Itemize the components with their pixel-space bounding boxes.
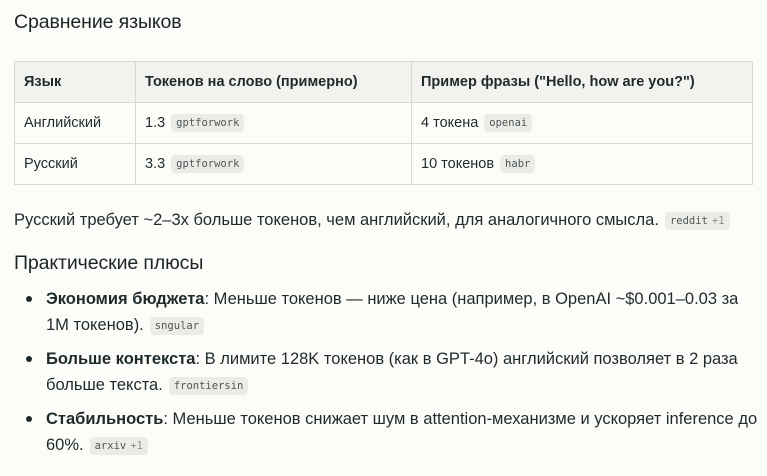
table-row: Английский 1.3 gptforwork 4 токена openai (14, 102, 753, 144)
example-value: 10 токенов (421, 156, 495, 172)
cell-tokens: 3.3 gptforwork (135, 143, 412, 185)
benefits-list: Экономия бюджета: Меньше токенов — ниже … (14, 286, 759, 466)
tokens-value: 3.3 (145, 156, 166, 172)
source-citation-chip[interactable]: frontiersin (168, 377, 249, 395)
list-item: Экономия бюджета: Меньше токенов — ниже … (14, 286, 759, 338)
benefit-term: Стабильность (46, 410, 164, 428)
summary-paragraph: Русский требует ~2–3x больше токенов, че… (14, 209, 730, 231)
column-header-language: Язык (14, 61, 136, 103)
source-citation-chip[interactable]: gptforwork (171, 155, 245, 173)
source-name: reddit (669, 215, 708, 227)
source-citation-chip[interactable]: gptforwork (171, 114, 245, 132)
tokens-value: 1.3 (145, 115, 166, 131)
source-citation-chip[interactable]: openai (484, 114, 533, 132)
source-extra-count: +1 (711, 215, 725, 227)
cell-example: 10 токенов habr (411, 143, 753, 185)
example-value: 4 токена (421, 115, 479, 131)
bullet-icon (26, 356, 32, 362)
table-row: Русский 3.3 gptforwork 10 токенов habr (14, 143, 753, 185)
cell-example: 4 токена openai (411, 102, 753, 144)
bullet-icon (26, 296, 32, 302)
source-citation-chip[interactable]: sngular (149, 317, 205, 335)
cell-language: Русский (14, 143, 136, 185)
cell-language: Английский (14, 102, 136, 144)
source-citation-chip[interactable]: habr (500, 155, 536, 173)
benefit-term: Больше контекста (46, 350, 196, 368)
column-header-example-phrase: Пример фразы ("Hello, how are you?") (411, 61, 753, 103)
source-citation-chip[interactable]: reddit +1 (664, 212, 730, 230)
cell-tokens: 1.3 gptforwork (135, 102, 412, 144)
benefit-term: Экономия бюджета (46, 290, 205, 308)
summary-text: Русский требует ~2–3x больше токенов, че… (14, 211, 659, 229)
source-extra-count: +1 (130, 440, 143, 452)
list-item: Стабильность: Меньше токенов снижает шум… (14, 406, 759, 458)
bullet-icon (26, 416, 32, 422)
column-header-tokens-per-word: Токенов на слово (примерно) (135, 61, 412, 103)
list-item: Больше контекста: В лимите 128K токенов … (14, 346, 759, 398)
source-citation-chip[interactable]: arxiv +1 (89, 437, 148, 455)
section-heading-practical-benefits: Практические плюсы (14, 252, 204, 274)
source-name: arxiv (94, 440, 127, 452)
section-heading-language-comparison: Сравнение языков (14, 11, 182, 33)
comparison-table: Язык Токенов на слово (примерно) Пример … (14, 61, 753, 185)
table-header-row: Язык Токенов на слово (примерно) Пример … (14, 61, 753, 103)
